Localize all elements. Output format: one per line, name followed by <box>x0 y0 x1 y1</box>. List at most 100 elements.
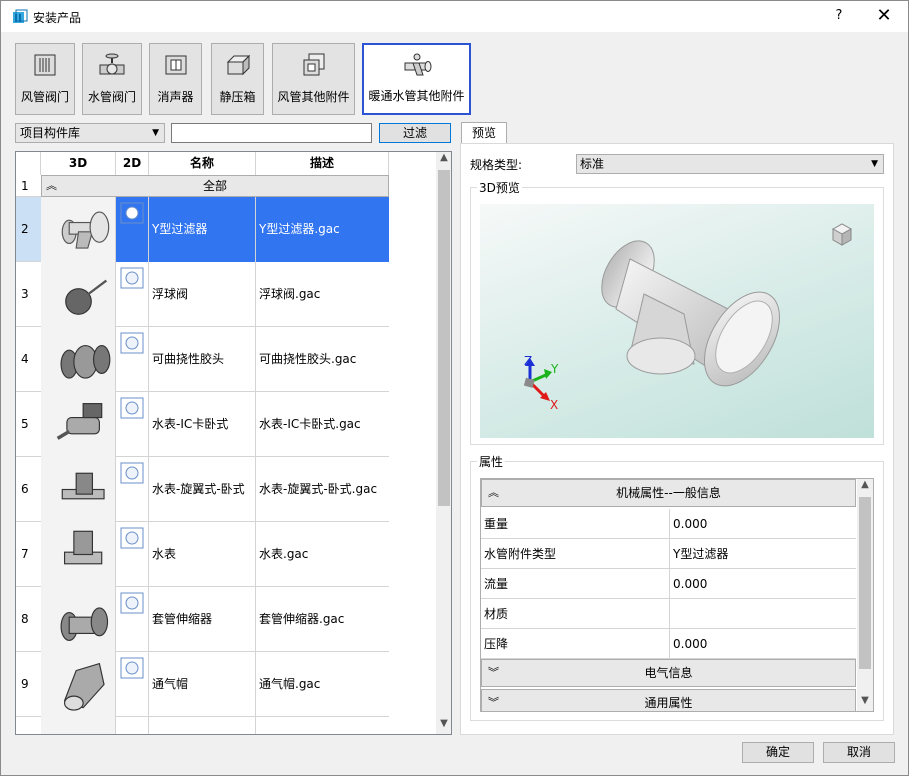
collapse-all-row[interactable]: ︽ 全部 <box>41 175 389 197</box>
scroll-thumb[interactable] <box>859 497 871 669</box>
thumbnail-3d[interactable] <box>41 652 116 717</box>
property-value[interactable]: 0.000 <box>669 569 856 599</box>
property-value[interactable]: 0.000 <box>669 629 856 659</box>
section-mechanical-general[interactable]: ︽ 机械属性--一般信息 <box>481 479 856 507</box>
preview-3d-title: 3D预览 <box>477 179 522 196</box>
column-header-3d[interactable]: 3D <box>41 152 116 176</box>
table-row[interactable]: 8 套管伸缩器 套管伸缩器.gac <box>16 587 389 652</box>
thumbnail-3d[interactable] <box>41 197 116 262</box>
app-logo-icon <box>13 9 28 23</box>
thumbnail-3d[interactable] <box>41 587 116 652</box>
component-name: 浮球阀 <box>152 287 189 301</box>
component-name: Y型过滤器 <box>152 222 208 236</box>
category-duct-valve-button[interactable]: 风管阀门 <box>15 43 75 115</box>
help-button[interactable]: ? <box>827 6 851 26</box>
component-desc: Y型过滤器.gac <box>259 222 340 236</box>
property-row[interactable]: 材质 <box>481 599 856 629</box>
chevrons-down-icon: ︾ <box>488 666 499 679</box>
ok-button[interactable]: 确定 <box>742 742 814 763</box>
component-name: 水表 <box>152 547 177 561</box>
property-row[interactable]: 流量 0.000 <box>481 569 856 599</box>
thumbnail-2d[interactable] <box>116 262 149 327</box>
table-row[interactable]: 9 通气帽 通气帽.gac <box>16 652 389 717</box>
view-cube-icon[interactable] <box>831 223 853 246</box>
property-row[interactable]: 压降 0.000 <box>481 629 856 659</box>
table-row[interactable]: 3 浮球阀 浮球阀.gac <box>16 262 389 327</box>
category-label: 静压箱 <box>219 90 256 104</box>
row-number: 5 <box>16 392 41 457</box>
thumbnail-2d[interactable] <box>116 392 149 457</box>
thumbnail-3d[interactable] <box>41 327 116 392</box>
thumbnail-2d[interactable] <box>116 652 149 717</box>
thumbnail-2d[interactable] <box>116 327 149 392</box>
column-header-desc[interactable]: 描述 <box>256 152 389 176</box>
component-grid: 3D 2D 名称 描述 1 ︽ 全部 2 Y型过滤器 Y型过滤器.gac 3 浮球阀 浮球… <box>15 151 452 735</box>
section-label: 机械属性--一般信息 <box>616 486 721 500</box>
axis-x-label: X <box>550 398 559 412</box>
chevron-down-icon: ▼ <box>152 128 159 138</box>
property-row[interactable]: 重量 0.000 <box>481 509 856 539</box>
properties-scrollbar[interactable]: ▲ ▼ <box>857 479 873 711</box>
scroll-down-icon[interactable]: ▼ <box>857 695 873 711</box>
thumbnail-3d[interactable] <box>41 522 116 587</box>
component-3d-icon <box>61 211 110 249</box>
table-row[interactable]: 7 水表 水表.gac <box>16 522 389 587</box>
section-electrical[interactable]: ︾ 电气信息 <box>481 659 856 687</box>
chevron-down-icon: ▼ <box>871 159 878 169</box>
category-hvac-pipe-accessory-button[interactable]: 暖通水管其他附件 <box>362 43 471 115</box>
thumbnail-2d[interactable] <box>116 457 149 522</box>
water-valve-icon <box>99 53 125 75</box>
row-number: 8 <box>16 587 41 652</box>
table-row[interactable]: 2 Y型过滤器 Y型过滤器.gac <box>16 197 389 262</box>
grid-header: 3D 2D 名称 描述 <box>16 152 436 176</box>
column-header-2d[interactable]: 2D <box>116 152 149 176</box>
component-desc: 水表.gac <box>259 547 309 561</box>
property-value[interactable] <box>669 599 856 629</box>
scroll-up-icon[interactable]: ▲ <box>857 479 873 495</box>
scroll-down-icon[interactable]: ▼ <box>436 718 451 734</box>
close-button[interactable]: ✕ <box>869 4 899 28</box>
category-water-valve-button[interactable]: 水管阀门 <box>82 43 142 115</box>
spec-type-select[interactable]: 标准 ▼ <box>576 154 884 174</box>
property-key: 压降 <box>484 637 509 651</box>
property-value[interactable]: Y型过滤器 <box>669 539 856 569</box>
table-row[interactable]: 6 水表-旋翼式-卧式 水表-旋翼式-卧式.gac <box>16 457 389 522</box>
duct-accessory-icon <box>303 53 324 76</box>
tab-preview[interactable]: 预览 <box>461 122 507 144</box>
thumbnail-2d[interactable] <box>116 522 149 587</box>
property-key: 重量 <box>484 517 509 531</box>
category-silencer-button[interactable]: 消声器 <box>149 43 202 115</box>
column-header-name[interactable]: 名称 <box>149 152 256 176</box>
table-row[interactable] <box>16 717 389 734</box>
thumbnail-3d[interactable] <box>41 392 116 457</box>
thumbnail-2d[interactable] <box>116 587 149 652</box>
row-number: 2 <box>16 197 41 262</box>
cancel-button[interactable]: 取消 <box>823 742 895 763</box>
library-select[interactable]: 项目构件库 ▼ <box>15 123 165 143</box>
thumbnail-3d[interactable] <box>41 457 116 522</box>
filter-button[interactable]: 过滤 <box>379 123 451 143</box>
filter-input[interactable] <box>171 123 372 143</box>
component-2d-icon <box>120 462 144 484</box>
table-row[interactable]: 5 水表-IC卡卧式 水表-IC卡卧式.gac <box>16 392 389 457</box>
property-row[interactable]: 水管附件类型 Y型过滤器 <box>481 539 856 569</box>
thumbnail-3d[interactable] <box>41 262 116 327</box>
thumbnail-2d[interactable] <box>116 197 149 262</box>
axis-z-label: Z <box>524 354 533 368</box>
section-general[interactable]: ︾ 通用属性 <box>481 689 856 711</box>
component-name: 水表-旋翼式-卧式 <box>152 482 245 496</box>
grid-scrollbar[interactable]: ▲ ▼ <box>436 152 451 734</box>
chevrons-up-icon: ︽ <box>46 179 57 192</box>
preview-3d-viewport[interactable]: Z Y X <box>480 204 874 438</box>
scroll-up-icon[interactable]: ▲ <box>436 152 451 168</box>
category-duct-accessory-button[interactable]: 风管其他附件 <box>272 43 355 115</box>
category-plenum-box-button[interactable]: 静压箱 <box>211 43 264 115</box>
component-3d-icon <box>63 662 105 711</box>
table-row[interactable]: 4 可曲挠性胶头 可曲挠性胶头.gac <box>16 327 389 392</box>
component-desc: 浮球阀.gac <box>259 287 321 301</box>
component-desc: 水表-旋翼式-卧式.gac <box>259 482 378 496</box>
component-3d-icon <box>56 403 103 440</box>
property-value[interactable]: 0.000 <box>669 509 856 539</box>
axis-y-label: Y <box>551 362 559 376</box>
scroll-thumb[interactable] <box>438 170 450 506</box>
